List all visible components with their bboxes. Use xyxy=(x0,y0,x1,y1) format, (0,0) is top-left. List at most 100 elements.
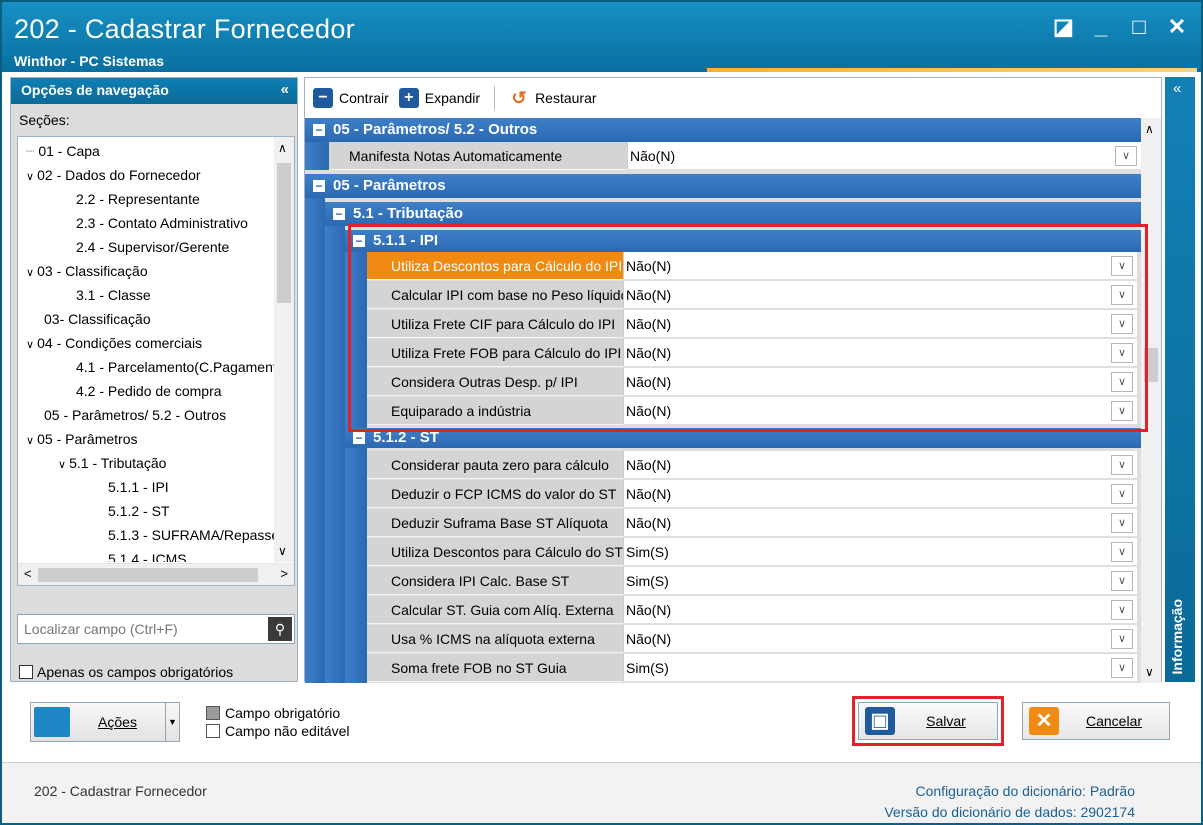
scroll-down-icon[interactable]: ∨ xyxy=(278,544,287,558)
information-panel[interactable]: « Informação xyxy=(1165,77,1195,682)
window-title: 202 - Cadastrar Fornecedor xyxy=(14,14,355,44)
scroll-right-icon[interactable]: > xyxy=(280,566,288,581)
restore-window-icon[interactable]: ◪ xyxy=(1053,16,1074,38)
property-row-st-ipi-base[interactable]: Considera IPI Calc. Base ST Sim(S) ∨ xyxy=(367,567,1143,595)
tree-vertical-scrollbar[interactable]: ∧ ∨ xyxy=(274,137,294,562)
tree-item-st[interactable]: 5.1.2 - ST xyxy=(108,499,169,523)
property-value[interactable]: Sim(S) ∨ xyxy=(623,654,1137,682)
tree-item-pedido-compra[interactable]: 4.2 - Pedido de compra xyxy=(76,379,222,403)
dropdown-arrow-icon[interactable]: ∨ xyxy=(1111,455,1133,475)
property-row-st-frete-fob[interactable]: Soma frete FOB no ST Guia Sim(S) ∨ xyxy=(367,654,1143,682)
dropdown-arrow-icon[interactable]: ∨ xyxy=(1111,629,1133,649)
tree-item-supervisor-gerente[interactable]: 2.4 - Supervisor/Gerente xyxy=(76,235,229,259)
property-label: Soma frete FOB no ST Guia xyxy=(367,654,623,682)
horizontal-scroll-thumb[interactable] xyxy=(38,568,258,582)
tree-item-representante[interactable]: 2.2 - Representante xyxy=(76,187,200,211)
required-only-label: Apenas os campos obrigatórios xyxy=(37,664,234,680)
tree-item-contato-administrativo[interactable]: 2.3 - Contato Administrativo xyxy=(76,211,248,235)
scroll-left-icon[interactable]: < xyxy=(24,566,32,581)
property-row-st-suframa[interactable]: Deduzir Suframa Base ST Alíquota Não(N) ∨ xyxy=(367,509,1143,537)
property-label: Manifesta Notas Automaticamente xyxy=(329,142,627,170)
cancel-button[interactable]: ✕ Cancelar xyxy=(1022,702,1170,740)
dropdown-arrow-icon[interactable]: ∨ xyxy=(1111,600,1133,620)
property-value[interactable]: Não(N) ∨ xyxy=(623,480,1137,508)
dropdown-arrow-icon[interactable]: ▼ xyxy=(165,703,179,741)
sections-tree-body: ┈ 01 - Capa ∨ 02 - Dados do Fornecedor 2… xyxy=(18,137,274,562)
tree-item-tributacao[interactable]: ∨ 5.1 - Tributação xyxy=(58,451,166,475)
property-label: Considera IPI Calc. Base ST xyxy=(367,567,623,595)
property-row-st-fcp[interactable]: Deduzir o FCP ICMS do valor do ST Não(N)… xyxy=(367,480,1143,508)
field-search-input[interactable] xyxy=(18,615,258,643)
search-icon[interactable]: ⚲ xyxy=(268,617,292,641)
property-row-st-guia-aliq[interactable]: Calcular ST. Guia com Alíq. Externa Não(… xyxy=(367,596,1143,624)
tree-item-classificacao[interactable]: ∨ 03 - Classificação xyxy=(26,259,148,283)
tree-item-suframa[interactable]: 5.1.3 - SUFRAMA/Repasse xyxy=(108,523,274,547)
field-legend: Campo obrigatório Campo não editável xyxy=(206,704,350,740)
tree-item-ipi[interactable]: 5.1.1 - IPI xyxy=(108,475,169,499)
dropdown-arrow-icon[interactable]: ∨ xyxy=(1111,658,1133,678)
property-row-st-icms-externa[interactable]: Usa % ICMS na alíquota externa Não(N) ∨ xyxy=(367,625,1143,653)
window-subtitle: Winthor - PC Sistemas xyxy=(14,53,165,69)
dropdown-arrow-icon[interactable]: ∨ xyxy=(1111,542,1133,562)
group-header-outros[interactable]: −05 - Parâmetros/ 5.2 - Outros xyxy=(305,118,1143,142)
collapse-group-icon[interactable]: − xyxy=(313,180,325,193)
property-value[interactable]: Não(N) ∨ xyxy=(627,142,1141,170)
property-value[interactable]: Não(N) ∨ xyxy=(623,451,1137,479)
grid-toolbar: − Contrair + Expandir ↺ Restaurar xyxy=(305,78,1161,118)
maximize-icon[interactable]: □ xyxy=(1129,16,1149,38)
navigation-panel: Opções de navegação « Seções: ┈ 01 - Cap… xyxy=(10,77,298,682)
collapse-all-button[interactable]: − Contrair xyxy=(313,88,389,108)
status-routine-name: 202 - Cadastrar Fornecedor xyxy=(34,783,207,799)
tree-item-parametros[interactable]: ∨ 05 - Parâmetros xyxy=(26,427,137,451)
property-value[interactable]: Não(N) ∨ xyxy=(623,596,1137,624)
cancel-icon: ✕ xyxy=(1029,707,1059,735)
property-label: Calcular ST. Guia com Alíq. Externa xyxy=(367,596,623,624)
legend-required: Campo obrigatório xyxy=(206,704,350,722)
dropdown-arrow-icon[interactable]: ∨ xyxy=(1111,513,1133,533)
information-label: Informação xyxy=(1169,598,1185,674)
actions-button[interactable]: Ações ▼ xyxy=(30,702,180,742)
property-value[interactable]: Não(N) ∨ xyxy=(623,625,1137,653)
scroll-down-icon[interactable]: ∨ xyxy=(1145,665,1154,679)
annotation-highlight-save xyxy=(852,696,1004,746)
legend-swatch xyxy=(206,724,220,738)
property-value[interactable]: Não(N) ∨ xyxy=(623,509,1137,537)
property-value[interactable]: Sim(S) ∨ xyxy=(623,567,1137,595)
tree-item-parametros-outros[interactable]: 05 - Parâmetros/ 5.2 - Outros xyxy=(44,403,226,427)
tree-item-condicoes-comerciais[interactable]: ∨ 04 - Condições comerciais xyxy=(26,331,202,355)
scroll-thumb[interactable] xyxy=(277,163,291,303)
group-header-tributacao[interactable]: −5.1 - Tributação xyxy=(325,202,1143,226)
property-row-st-pauta-zero[interactable]: Considerar pauta zero para cálculo Não(N… xyxy=(367,451,1143,479)
collapse-group-icon[interactable]: − xyxy=(313,124,325,137)
required-only-filter[interactable]: Apenas os campos obrigatórios xyxy=(19,664,233,680)
property-row-st-descontos[interactable]: Utiliza Descontos para Cálculo do ST Sim… xyxy=(367,538,1143,566)
property-value[interactable]: Sim(S) ∨ xyxy=(623,538,1137,566)
property-row-manifesta[interactable]: Manifesta Notas Automaticamente Não(N) ∨ xyxy=(329,142,1143,170)
title-bar[interactable]: 202 - Cadastrar Fornecedor Winthor - PC … xyxy=(2,2,1201,72)
collapse-group-icon[interactable]: − xyxy=(353,432,365,445)
close-icon[interactable]: ✕ xyxy=(1167,16,1187,38)
restore-button[interactable]: ↺ Restaurar xyxy=(509,88,597,108)
expand-all-button[interactable]: + Expandir xyxy=(398,88,480,108)
dropdown-arrow-icon[interactable]: ∨ xyxy=(1111,571,1133,591)
minimize-icon[interactable]: _ xyxy=(1091,16,1111,38)
expand-chevron-icon: ∨ xyxy=(26,171,38,183)
expand-chevron-icon: ∨ xyxy=(26,267,38,279)
collapse-info-icon[interactable]: « xyxy=(1165,77,1195,97)
dropdown-arrow-icon[interactable]: ∨ xyxy=(1111,484,1133,504)
tree-item-dados-fornecedor[interactable]: ∨ 02 - Dados do Fornecedor xyxy=(26,163,201,187)
tree-item-classe[interactable]: 3.1 - Classe xyxy=(76,283,151,307)
tree-item-icms[interactable]: 5.1.4 - ICMS xyxy=(108,547,187,562)
collapse-navigation-icon[interactable]: « xyxy=(281,81,289,98)
tree-item-capa[interactable]: ┈ 01 - Capa xyxy=(26,139,100,163)
scroll-up-icon[interactable]: ∧ xyxy=(1145,122,1154,136)
scroll-up-icon[interactable]: ∧ xyxy=(278,141,287,155)
required-only-checkbox[interactable] xyxy=(19,665,33,679)
dropdown-arrow-icon[interactable]: ∨ xyxy=(1115,146,1137,166)
tree-item-parcelamento[interactable]: 4.1 - Parcelamento(C.Pagamento) xyxy=(76,355,274,379)
group-header-parametros[interactable]: −05 - Parâmetros xyxy=(305,174,1143,198)
navigation-header-title: Opções de navegação xyxy=(21,82,169,98)
tree-horizontal-scrollbar[interactable]: < > xyxy=(18,563,294,585)
tree-item-classificacao-2[interactable]: 03- Classificação xyxy=(44,307,151,331)
collapse-group-icon[interactable]: − xyxy=(333,208,345,221)
